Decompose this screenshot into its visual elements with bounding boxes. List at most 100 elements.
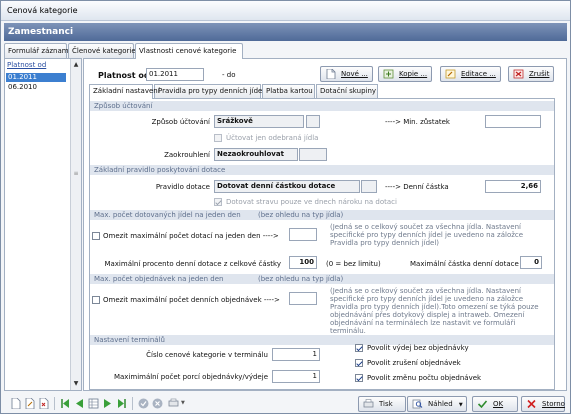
window: Cenová kategorie Zamestnanci Formulář zá… [0,0,571,414]
allow-cancel-checkbox[interactable] [355,359,363,367]
limit-subsidies-checkbox[interactable] [92,232,100,240]
platnost-to-label: - do [222,71,236,79]
only-taken-label: Účtovat jen odebraná jídla [226,134,319,142]
preview-button[interactable]: Náhled ▼ [407,396,467,412]
allow-change-label: Povolit změnu počtu objednávek [367,374,482,382]
new-button-label: Nové ... [341,70,368,78]
first-record-icon[interactable] [60,398,71,409]
toolbar-separator [132,397,133,410]
section-max-objednavek-subtitle: (bez ohledu na typ jídla) [258,275,344,283]
list-item[interactable]: 01.2011 [6,73,66,82]
next-record-icon[interactable] [102,398,113,409]
subtab-platba[interactable]: Platba kartou [262,84,315,98]
method-dropdown[interactable] [306,115,320,128]
subtab-pravidla[interactable]: Pravidla pro typy denních jídel [154,84,264,98]
scroll-up-icon[interactable]: ▲ [71,60,81,70]
daily-amount-field[interactable]: 2,66 [485,180,541,193]
max-amount-field[interactable]: 0 [520,256,542,269]
preview-dropdown-icon: ▼ [458,402,463,408]
section-max-objednavek-title: Max. počet objednávek na jeden den [94,275,224,283]
ok-button[interactable]: OK [472,396,518,412]
copy-button-label: Kopie ... [399,70,428,78]
rounding-dropdown[interactable] [299,148,327,161]
only-claim-label: Dotovat stravu pouze ve dnech nároku na … [226,198,397,206]
delete-record-icon[interactable] [38,398,49,409]
print-button[interactable]: Tisk [358,396,406,412]
min-balance-field[interactable] [485,115,541,128]
method-label: Způsob účtování [151,118,210,126]
tab-clenove[interactable]: Členové kategorie [68,43,136,58]
tab-vlastnosti[interactable]: Vlastnosti cenové kategorie [135,43,243,59]
daily-amount-label: ----> Denní částka [385,183,449,191]
ok-button-label: OK [493,400,504,408]
print-icon [363,399,374,408]
allow-cancel-label: Povolit zrušení objednávek [367,359,461,367]
cancel-record-label: Zrušit [529,70,550,78]
preview-icon [412,399,423,409]
allow-issue-label: Povolit výdej bez objednávky [367,344,469,352]
terminal-max-field[interactable]: 1 [272,370,320,383]
window-title: Cenová kategorie [1,1,570,21]
max-pct-label: Maximální procento denní dotace z celkov… [104,260,281,268]
copy-button[interactable]: Kopie ... [378,66,433,82]
bottom-toolbar: ▼ Tisk Náhled ▼ OK Storno [4,393,567,413]
new-button[interactable]: Nové ... [320,66,373,82]
dropdown-arrow-icon[interactable]: ▼ [181,400,185,406]
min-balance-label: ----> Min. zůstatek [385,118,450,126]
subtab-zakladni[interactable]: Základní nastavení [89,84,160,99]
platnost-label: Platnost od [98,71,150,80]
limit-subsidies-note: (Jedná se o celkový součet za všechna jí… [330,223,524,247]
section-max-objednavek: Max. počet objednávek na jeden den (bez … [90,274,554,284]
allow-change-checkbox[interactable] [355,374,363,382]
scroll-grip-icon[interactable]: ≡ [73,169,79,179]
storno-button[interactable]: Storno [521,396,565,412]
scroll-down-icon[interactable]: ▼ [71,379,81,389]
list-header[interactable]: Platnost od [7,61,46,69]
edit-record-icon[interactable] [24,398,35,409]
toolbar-separator [54,397,55,410]
allow-issue-checkbox[interactable] [355,344,363,352]
terminal-cat-field[interactable]: 1 [272,348,320,361]
print-options-icon[interactable] [168,398,179,409]
platnost-field[interactable]: 01.2011 [146,68,204,81]
limit-orders-field[interactable] [289,292,317,305]
check-icon [477,400,488,409]
section-max-dotaci-title: Max. počet dotovaných jídel na jeden den [94,211,241,219]
new-record-icon[interactable] [10,398,21,409]
period-list: Platnost od 01.2011 06.2010 ▲ ≡ ▼ [4,58,82,391]
section-terminaly: Nastavení terminálů [90,335,554,345]
cancel-record-button[interactable]: Zrušit [508,66,555,82]
new-document-icon [326,69,336,79]
only-claim-checkbox[interactable] [214,198,222,206]
last-record-icon[interactable] [116,398,127,409]
terminal-max-label: Maximimální počet porcí objednávky/výdej… [113,373,268,381]
edit-button[interactable]: Editace ... [440,66,501,82]
rule-field[interactable]: Dotovat denní částkou dotace [214,180,360,193]
limit-orders-checkbox[interactable] [92,296,100,304]
limit-orders-note: (Jedná se o celkový součet za všechna jí… [330,287,539,335]
subtab-dotacni[interactable]: Dotační skupiny [316,84,378,98]
section-max-dotaci-subtitle: (bez ohledu na typ jídla) [258,211,344,219]
list-scrollbar[interactable]: ▲ ≡ ▼ [70,59,81,390]
rounding-label: Zaokrouhlení [164,151,210,159]
edit-button-label: Editace ... [461,70,496,78]
section-zpusob-uctovani: Způsob účtování [90,101,554,111]
previous-record-icon[interactable] [74,398,85,409]
max-amount-label: Maximální částka denní dotace [410,260,519,268]
limit-subsidies-field[interactable] [289,228,317,241]
print-button-label: Tisk [379,400,393,408]
list-item[interactable]: 06.2010 [6,83,66,92]
grid-icon[interactable] [88,398,99,409]
copy-icon [383,69,394,79]
only-taken-checkbox[interactable] [214,134,222,142]
rule-dropdown[interactable] [361,180,377,193]
settings-panel: Způsob účtování Způsob účtování Srážkově… [89,98,555,390]
method-field[interactable]: Srážkově [214,115,304,128]
cancel-icon[interactable] [152,398,163,409]
edit-icon [445,69,456,79]
confirm-icon[interactable] [138,398,149,409]
section-header: Zamestnanci [4,23,567,41]
rounding-field[interactable]: Nezaokrouhlovat [214,148,298,161]
max-pct-field[interactable]: 100 [289,256,317,269]
tab-formular[interactable]: Formulář záznamu [4,43,73,58]
